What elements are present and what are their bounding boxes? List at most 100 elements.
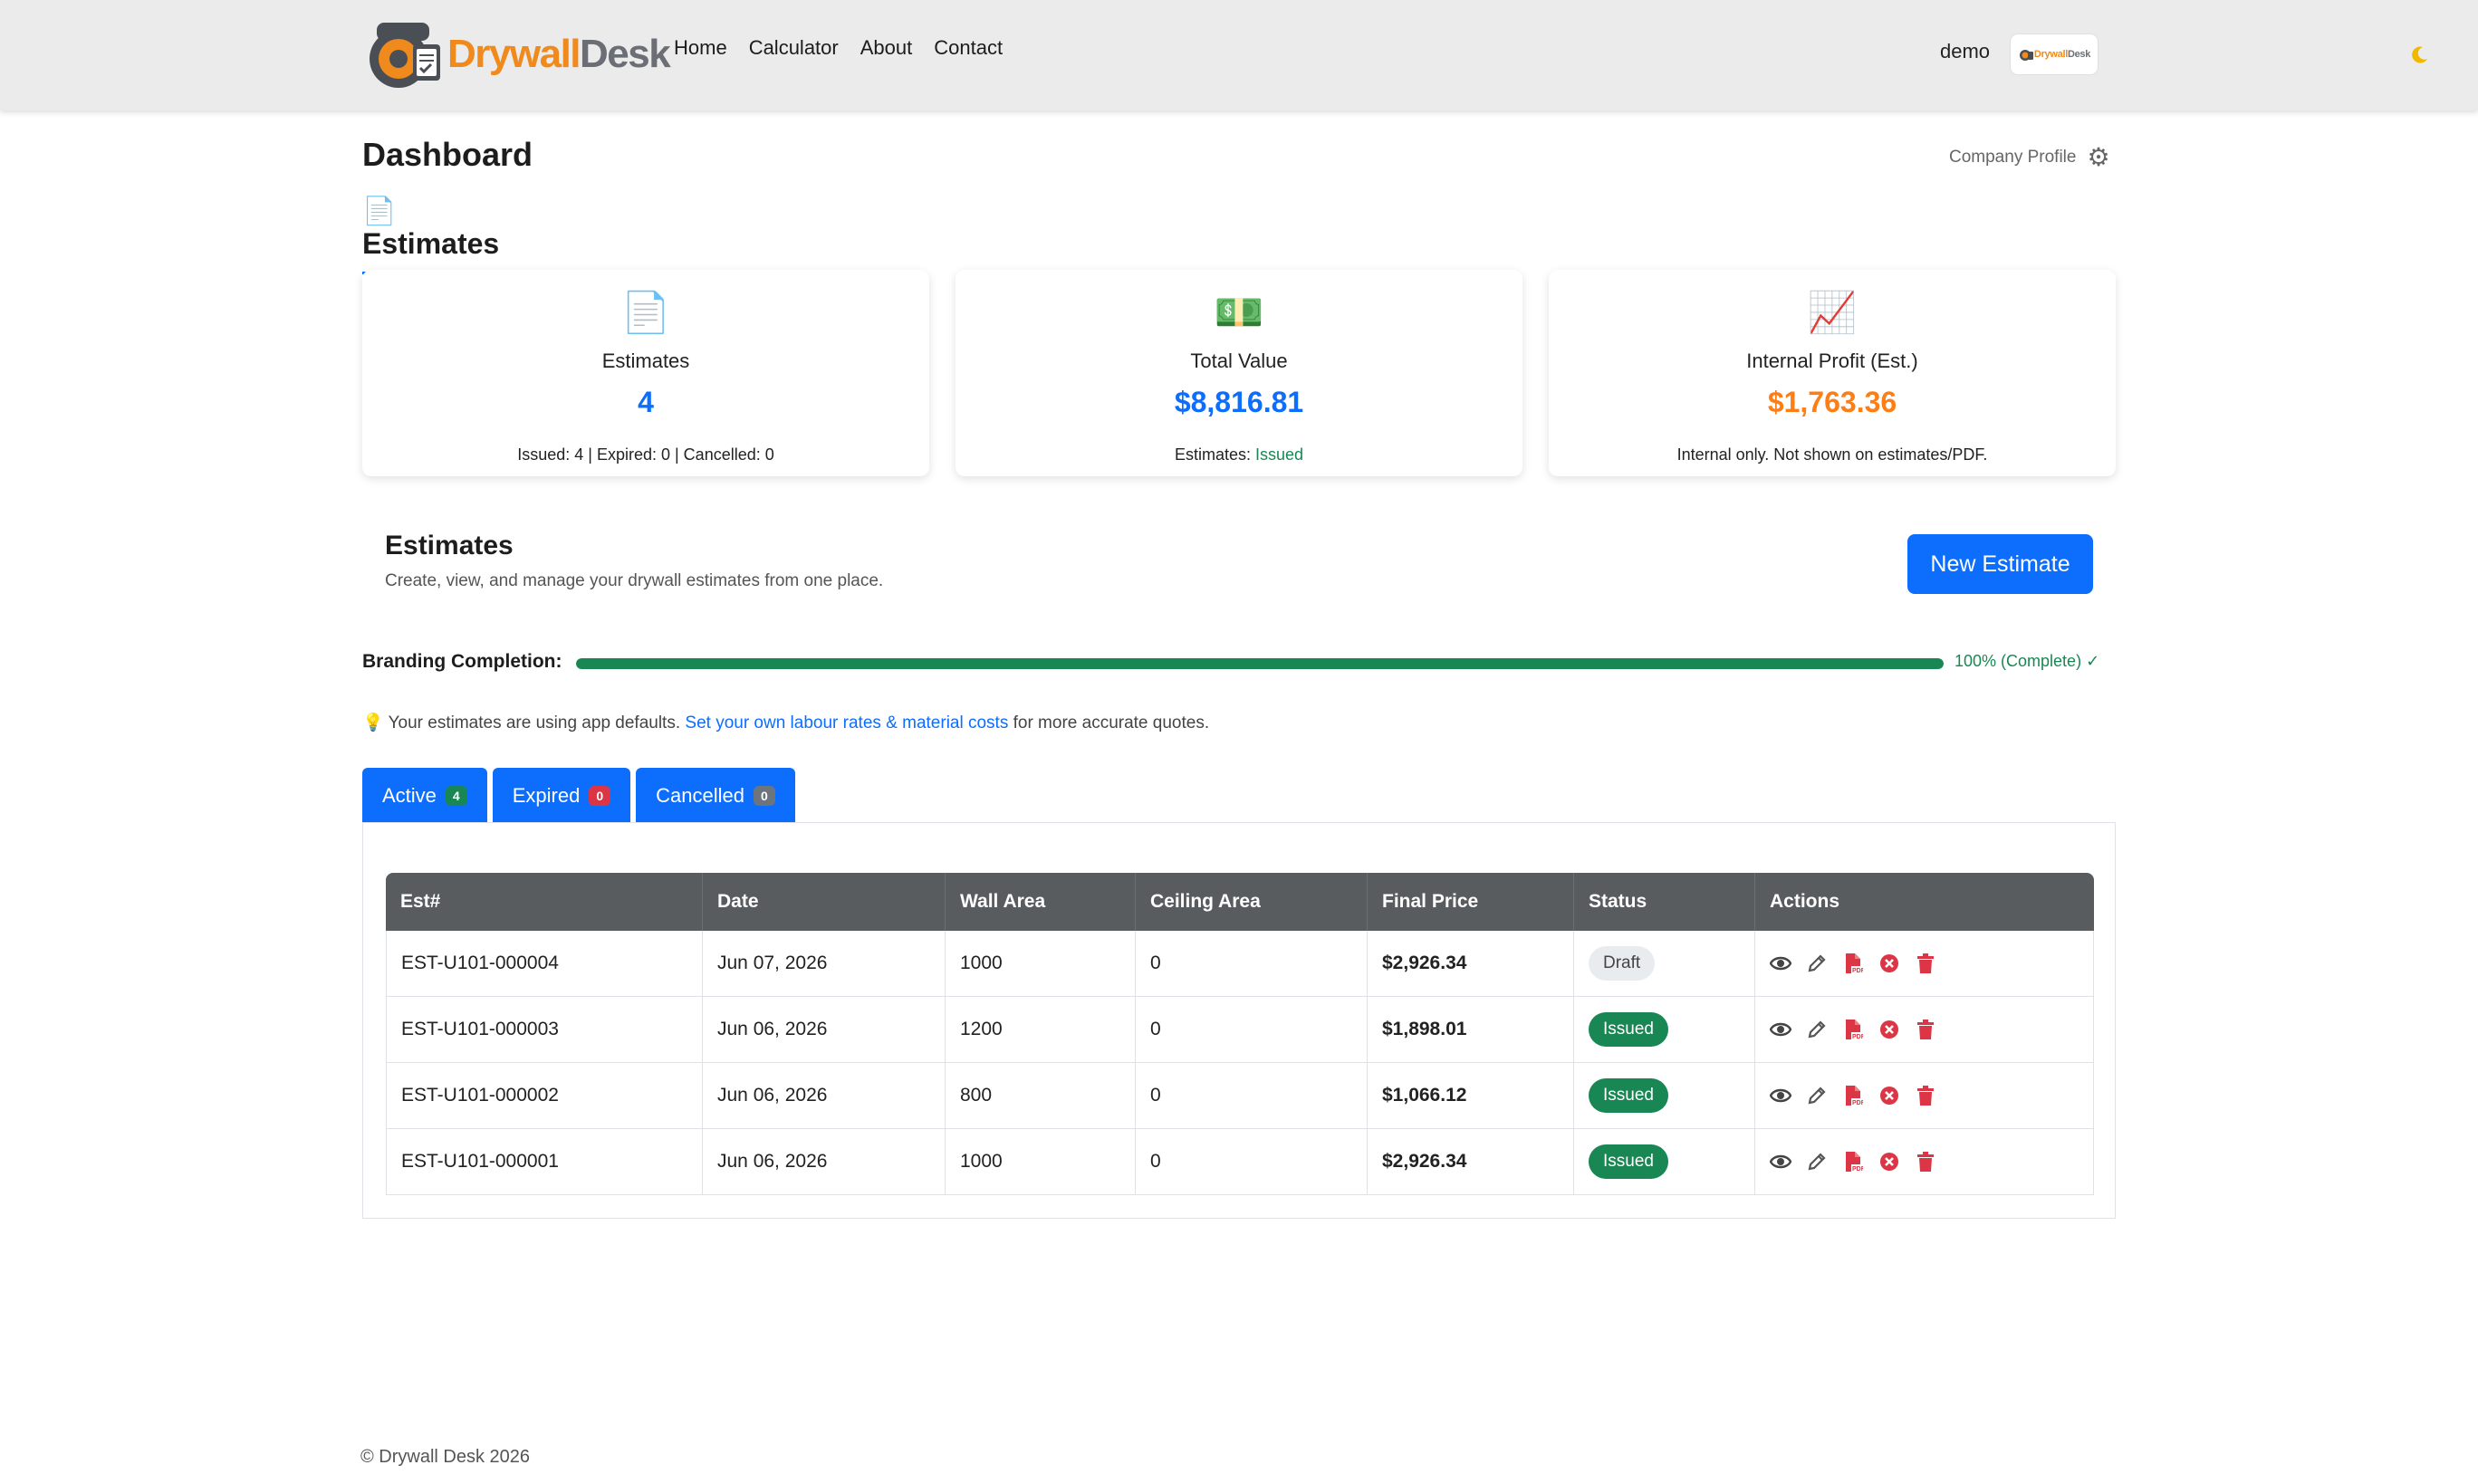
card-title: Estimates [601,349,690,372]
tip-suffix: for more accurate quotes. [1013,713,1210,732]
estimate-status-tabs: Active 4 Expired 0 Cancelled 0 [362,768,795,824]
status-badge: Issued [1589,1012,1668,1047]
edit-pencil-icon[interactable] [1806,1151,1828,1173]
status-badge: Issued [1589,1144,1668,1179]
estimates-title: Estimates [385,531,514,560]
cell-date: Jun 07, 2026 [703,931,946,997]
cell-ceiling-area: 0 [1136,1129,1368,1195]
delete-trash-icon[interactable] [1915,1085,1936,1106]
nav-link-about[interactable]: About [860,36,913,60]
page-title: Dashboard [362,136,533,173]
cell-wall-area: 800 [946,1063,1136,1129]
cancel-x-circle-icon[interactable] [1878,1019,1900,1040]
estimates-count-card: 📄 Estimates 4 Issued: 4 | Expired: 0 | C… [362,270,929,476]
company-profile-link[interactable]: Company Profile ⚙ [1949,145,2110,170]
new-estimate-button[interactable]: New Estimate [1907,534,2093,594]
tab-expired[interactable]: Expired 0 [492,768,631,824]
column-header-wall-area[interactable]: Wall Area [946,873,1136,931]
navbar: DrywallDesk Home Calculator About Contac… [0,0,2478,110]
cell-actions: PDF [1755,1063,2094,1129]
nav-link-calculator[interactable]: Calculator [749,36,839,60]
column-header-final-price[interactable]: Final Price [1368,873,1574,931]
cell-ceiling-area: 0 [1136,997,1368,1063]
avatar-logo-text: DrywallDesk [2033,49,2091,60]
delete-trash-icon[interactable] [1915,1019,1936,1040]
estimates-subtitle: Create, view, and manage your drywall es… [385,571,884,590]
table-header-row: Est# Date Wall Area Ceiling Area Final P… [386,873,2094,931]
brand-logo[interactable]: DrywallDesk [360,18,671,91]
column-header-est[interactable]: Est# [386,873,703,931]
view-eye-icon[interactable] [1770,1151,1791,1173]
cell-status: Issued [1574,1063,1755,1129]
cell-status: Draft [1574,931,1755,997]
estimates-table-panel: Est# Date Wall Area Ceiling Area Final P… [362,822,2116,1219]
cell-est-number: EST-U101-000001 [386,1129,703,1195]
nav-link-home[interactable]: Home [674,36,727,60]
cell-status: Issued [1574,1129,1755,1195]
branding-completion-label: Branding Completion: [362,651,562,672]
view-eye-icon[interactable] [1770,1019,1791,1040]
nav-link-contact[interactable]: Contact [934,36,1003,60]
card-subtext: Internal only. Not shown on estimates/PD… [1676,445,1988,464]
cell-est-number: EST-U101-000002 [386,1063,703,1129]
card-subtext-prefix: Estimates: [1174,445,1251,464]
pdf-icon[interactable]: PDF [1842,953,1864,974]
company-logo-avatar[interactable]: DrywallDesk [2011,34,2098,74]
delete-trash-icon[interactable] [1915,1151,1936,1173]
column-header-date[interactable]: Date [703,873,946,931]
branding-progress-text: 100% (Complete) ✓ [1955,652,2100,670]
edit-pencil-icon[interactable] [1806,953,1828,974]
card-title: Total Value [1190,349,1288,372]
pdf-icon[interactable]: PDF [1842,1151,1864,1173]
table-row: EST-U101-000004 Jun 07, 2026 1000 0 $2,9… [386,931,2094,997]
user-name[interactable]: demo [1940,40,1990,63]
table-row: EST-U101-000002 Jun 06, 2026 800 0 $1,06… [386,1063,2094,1129]
cancel-x-circle-icon[interactable] [1878,1151,1900,1173]
total-value-amount: $8,816.81 [1174,386,1304,418]
edit-pencil-icon[interactable] [1806,1019,1828,1040]
cell-actions: PDF [1755,931,2094,997]
moon-icon[interactable] [2409,45,2429,71]
svg-text:PDF: PDF [1852,1166,1863,1173]
tape-measure-logo-icon [360,19,444,90]
gear-icon[interactable]: ⚙ [2087,145,2109,170]
cell-ceiling-area: 0 [1136,1063,1368,1129]
cell-date: Jun 06, 2026 [703,997,946,1063]
total-value-card: 💵 Total Value $8,816.81 Estimates: Issue… [956,270,1522,476]
footer-copyright: © Drywall Desk 2026 [360,1447,531,1467]
tab-active[interactable]: Active 4 [362,768,487,824]
brand-name: DrywallDesk [447,32,671,76]
column-header-ceiling-area[interactable]: Ceiling Area [1136,873,1368,931]
document-icon: 📄 [362,196,397,226]
set-rates-link[interactable]: Set your own labour rates & material cos… [685,713,1008,732]
card-subtext: Estimates: Issued [956,445,1522,464]
cancel-x-circle-icon[interactable] [1878,953,1900,974]
svg-text:PDF: PDF [1852,968,1863,974]
column-header-status[interactable]: Status [1574,873,1755,931]
branding-progress-bar [576,658,1944,669]
document-icon: 📄 [620,291,671,335]
pdf-icon[interactable]: PDF [1842,1019,1864,1040]
cell-date: Jun 06, 2026 [703,1129,946,1195]
svg-text:PDF: PDF [1852,1100,1863,1106]
internal-profit-value: $1,763.36 [1767,386,1897,418]
tab-cancelled[interactable]: Cancelled 0 [636,768,795,824]
svg-text:PDF: PDF [1852,1034,1863,1040]
tab-count-badge: 4 [445,786,467,806]
view-eye-icon[interactable] [1770,1085,1791,1106]
delete-trash-icon[interactable] [1915,953,1936,974]
edit-pencil-icon[interactable] [1806,1085,1828,1106]
view-eye-icon[interactable] [1770,953,1791,974]
estimates-count-value: 4 [638,386,654,418]
cell-wall-area: 1000 [946,931,1136,997]
pdf-icon[interactable]: PDF [1842,1085,1864,1106]
cell-date: Jun 06, 2026 [703,1063,946,1129]
tip-prefix: Your estimates are using app defaults. [388,713,681,732]
tab-label: Expired [512,784,581,807]
cell-final-price: $2,926.34 [1368,1129,1574,1195]
nav-links: Home Calculator About Contact [674,36,1003,60]
status-badge: Draft [1589,946,1656,981]
cell-actions: PDF [1755,1129,2094,1195]
estimates-table: Est# Date Wall Area Ceiling Area Final P… [386,873,2094,1195]
cancel-x-circle-icon[interactable] [1878,1085,1900,1106]
